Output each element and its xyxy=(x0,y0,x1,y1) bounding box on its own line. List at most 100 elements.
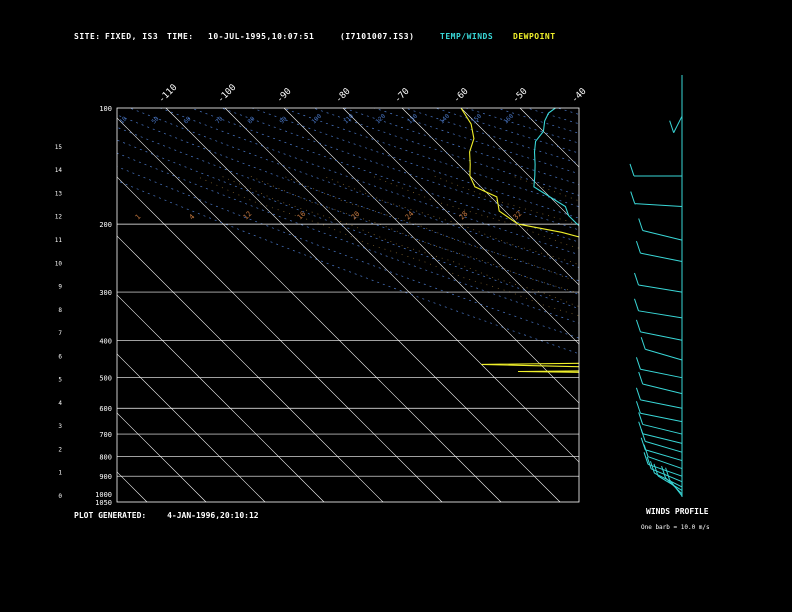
moist-adiabat-line xyxy=(512,175,579,202)
wind-barb-flag xyxy=(634,272,639,286)
moist-adiabat-line xyxy=(220,175,579,307)
isotherm-line xyxy=(638,108,792,502)
mixing-ratio-label: 1 xyxy=(134,213,143,222)
temperature-tick-top: -40 xyxy=(570,87,589,106)
wind-barb-flag xyxy=(629,163,635,177)
pressure-tick-label: 400 xyxy=(99,337,112,345)
dry-adiabat-line xyxy=(404,108,579,164)
wind-barb-shaft xyxy=(642,383,683,395)
wind-barb-shaft xyxy=(645,348,683,361)
dry-adiabat-label: 50 xyxy=(150,115,160,125)
temperature-tick-top: -110 xyxy=(157,83,179,105)
dry-adiabat-line xyxy=(588,108,792,502)
wind-barb-flag xyxy=(630,191,636,204)
moist-adiabat-line xyxy=(613,176,792,502)
dry-adiabat-line xyxy=(160,108,579,256)
sounding-series xyxy=(460,108,579,373)
height-tick-label: 15 xyxy=(55,144,63,151)
dry-adiabat-line xyxy=(374,108,579,175)
temperature-tick-top: -90 xyxy=(275,87,294,106)
wind-barb-shaft xyxy=(640,412,683,423)
height-tick-label: 7 xyxy=(58,330,62,337)
dry-adiabat-label: 110 xyxy=(342,113,355,126)
mixing-ratio-label: 28 xyxy=(458,210,470,222)
background-lines xyxy=(0,108,792,502)
wind-barb-shaft xyxy=(640,252,683,263)
wind-barb-shaft xyxy=(673,115,683,133)
isotherm-line xyxy=(117,412,207,502)
plot-generated-label: PLOT GENERATED: xyxy=(74,511,147,520)
dry-adiabat-label: 10 xyxy=(118,115,128,125)
dry-adiabat-line xyxy=(221,108,579,231)
wind-barb-flag xyxy=(635,401,641,414)
pressure-tick-label: 1000 xyxy=(95,491,112,499)
plot-generated-value: 4-JAN-1996,20:10:12 xyxy=(167,511,259,520)
height-tick-label: 12 xyxy=(55,214,63,221)
wind-barb-shaft xyxy=(638,310,683,319)
dry-adiabat-line xyxy=(343,108,579,185)
dry-adiabat-line xyxy=(496,108,579,134)
height-tick-label: 13 xyxy=(55,190,63,197)
dry-adiabat-line xyxy=(282,108,579,208)
pressure-tick-label: 300 xyxy=(99,289,112,297)
dry-adiabat-label: 90 xyxy=(278,115,288,125)
dry-adiabat-line xyxy=(526,108,579,125)
plot-generated: PLOT GENERATED: 4-JAN-1996,20:10:12 xyxy=(74,511,259,520)
height-tick-label: 4 xyxy=(58,400,62,407)
isotherm-line xyxy=(519,108,579,168)
wind-barb-flag xyxy=(638,218,644,231)
isotherm-line xyxy=(117,471,148,502)
mixing-ratio-label: 12 xyxy=(242,210,254,222)
dry-adiabat-line xyxy=(117,152,579,324)
height-tick-label: 2 xyxy=(58,446,62,453)
wind-barb-flag xyxy=(635,240,641,254)
height-tick-label: 1 xyxy=(58,470,62,477)
pressure-tick-label: 900 xyxy=(99,473,112,481)
wind-barb-shaft xyxy=(638,284,683,293)
winds-profile-label: WINDS PROFILE xyxy=(646,507,709,516)
isotherm-line xyxy=(117,294,325,502)
dry-adiabat-line xyxy=(117,126,579,295)
wind-barb-shaft xyxy=(642,229,683,241)
dry-adiabat-line xyxy=(251,108,579,219)
moist-adiabat-line xyxy=(282,175,579,282)
wind-barb-shaft xyxy=(657,475,683,491)
wind-barb-shaft xyxy=(645,449,683,462)
isotherm-line xyxy=(0,108,88,502)
wind-barb-shaft xyxy=(647,456,683,470)
isotherm-line xyxy=(0,108,29,502)
wind-barb-shaft xyxy=(642,423,683,435)
wind-barb-flag xyxy=(635,357,641,370)
dry-adiabat-line xyxy=(190,108,579,243)
wind-barb-flag xyxy=(635,387,641,400)
height-tick-label: 8 xyxy=(58,307,62,314)
isotherm-line xyxy=(578,108,579,109)
isotherm-line xyxy=(117,117,502,502)
dry-adiabat-label: 100 xyxy=(310,113,323,126)
temperature-tick-top: -70 xyxy=(393,87,412,106)
height-tick-label: 3 xyxy=(58,423,62,430)
moist-adiabat-line xyxy=(195,175,579,317)
mixing-ratio-label: 16 xyxy=(296,210,308,222)
wind-barb-flag xyxy=(635,319,641,333)
wind-barb-shaft xyxy=(640,368,683,379)
dry-adiabat-line xyxy=(117,114,579,282)
pressure-tick-label: 800 xyxy=(99,453,112,461)
dry-adiabat-line xyxy=(435,108,579,154)
wind-barb-flag xyxy=(640,337,646,350)
dry-adiabat-label: 140 xyxy=(438,113,451,126)
height-tick-label: 11 xyxy=(55,237,63,244)
height-tick-label: 10 xyxy=(55,260,63,267)
wind-barb-shaft xyxy=(634,203,683,207)
height-tick-label: 6 xyxy=(58,353,62,360)
dry-adiabat-label: 150 xyxy=(470,113,483,126)
isotherm-line xyxy=(117,176,443,502)
isotherm-line xyxy=(401,108,579,286)
dry-adiabat-label: 70 xyxy=(214,115,224,125)
dry-adiabat-line xyxy=(557,108,579,115)
pressure-tick-label: 1050 xyxy=(95,499,112,507)
temperature-tick-top: -80 xyxy=(334,87,353,106)
pressure-tick-label: 700 xyxy=(99,431,112,439)
pressure-tick-label: 200 xyxy=(99,221,112,229)
dry-adiabat-line xyxy=(313,108,579,196)
